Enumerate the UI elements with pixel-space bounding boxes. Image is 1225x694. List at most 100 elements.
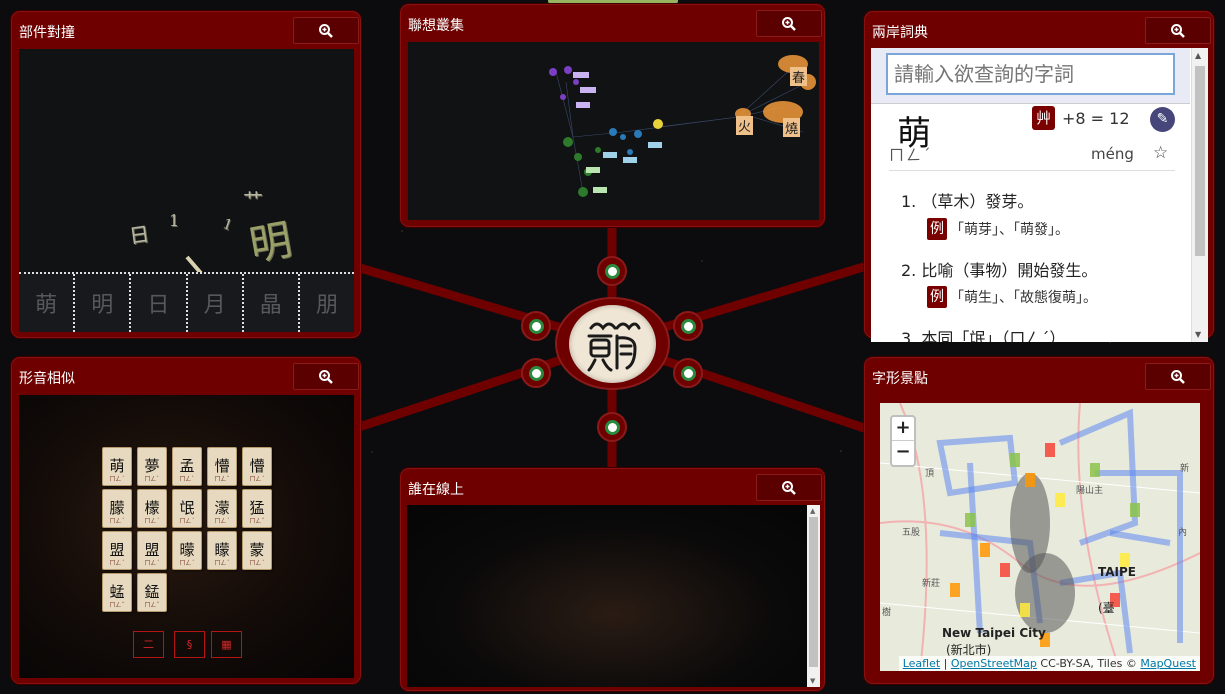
scrollbar[interactable]: ▲ ▼	[807, 505, 820, 687]
node-dot-icon	[680, 365, 696, 381]
cluster-network	[549, 55, 816, 197]
node-bottom[interactable]	[597, 412, 627, 442]
tile-bopomofo: ㄇㄥˇ	[144, 602, 160, 609]
tile-bopomofo: ㄇㄥˊ	[179, 518, 195, 525]
panel-parts: 部件對撞 日 1 1 艹 明 萌 明 日 月 晶 朋	[11, 11, 361, 338]
tile-char: 孟	[179, 457, 195, 475]
parts-cell[interactable]: 晶	[244, 274, 300, 332]
map-zoom-control: + −	[890, 415, 916, 467]
map-view[interactable]: TAIPE New Taipei City (新北市) (臺 頂 五股 新莊 新…	[880, 403, 1200, 671]
definition-number: 1.	[901, 192, 917, 211]
radical-badge[interactable]: 艸	[1032, 106, 1055, 130]
map-label: 內	[1178, 528, 1188, 538]
scroll-up-icon[interactable]: ▲	[810, 507, 815, 515]
search-bar	[871, 48, 1190, 104]
map-zoom-in-button[interactable]: +	[892, 417, 914, 441]
map-label: 新	[1180, 464, 1190, 474]
star-icon[interactable]: ☆	[1153, 143, 1168, 163]
example-text: 「萌芽」、「萌發」。	[950, 222, 1069, 238]
char-tile[interactable]: 夢ㄇㄥˋ	[137, 447, 167, 486]
floating-part: 1	[220, 215, 235, 235]
leaflet-link[interactable]: Leaflet	[903, 657, 940, 670]
cluster-label[interactable]: 燒	[783, 118, 801, 137]
map-label: 樹	[882, 608, 892, 618]
char-tile[interactable]: 懵ㄇㄥˇ	[207, 447, 237, 486]
char-tile[interactable]: 萌ㄇㄥˊ	[102, 447, 132, 486]
attribution-text: CC-BY-SA, Tiles ©	[1036, 657, 1141, 670]
char-tile[interactable]: 朦ㄇㄥˊ	[102, 489, 132, 528]
zoom-button[interactable]	[1145, 363, 1211, 390]
zoom-button[interactable]	[293, 363, 359, 390]
parts-cell[interactable]: 朋	[300, 274, 354, 332]
char-tile[interactable]: 檬ㄇㄥˊ	[137, 489, 167, 528]
char-tile[interactable]: 曚ㄇㄥˊ	[172, 531, 202, 570]
char-tile[interactable]: 盟ㄇㄥˊ	[102, 531, 132, 570]
grid-button[interactable]: ▦	[211, 631, 242, 658]
online-view: ▲ ▼	[407, 505, 820, 687]
char-tile[interactable]: 錳ㄇㄥˇ	[137, 573, 167, 612]
node-dot-icon	[528, 365, 544, 381]
osm-link[interactable]: OpenStreetMap	[951, 657, 1037, 670]
hub-character[interactable]	[569, 305, 656, 383]
tile-char: 曚	[179, 541, 195, 559]
parts-cell[interactable]: 萌	[19, 274, 76, 332]
map-zoom-out-button[interactable]: −	[892, 441, 914, 465]
tile-char: 猛	[249, 499, 265, 517]
tile-char: 懵	[214, 457, 230, 475]
example-text: 「萌生」、「故態復萌」。	[950, 290, 1097, 306]
scroll-up-icon[interactable]: ▲	[1195, 51, 1201, 60]
scroll-thumb[interactable]	[1195, 66, 1205, 256]
tile-bopomofo: ㄇㄥˊ	[249, 476, 265, 483]
tile-bopomofo: ㄇㄥˊ	[109, 476, 125, 483]
zoom-button[interactable]	[293, 17, 359, 44]
node-lower-left[interactable]	[521, 358, 551, 388]
definition-item: 2. 比喻（事物）開始發生。	[901, 257, 1097, 281]
char-tile[interactable]: 蜢ㄇㄥˇ	[102, 573, 132, 612]
layout-button[interactable]: 二	[133, 631, 164, 658]
char-tile[interactable]: 蒙ㄇㄥˊ	[242, 531, 272, 570]
definition-item: 1. （草木）發芽。	[901, 188, 1033, 212]
panel-online: 誰在線上 ▲ ▼	[400, 468, 825, 691]
zoom-button[interactable]	[756, 10, 822, 37]
zoom-button[interactable]	[1145, 17, 1211, 44]
cluster-graph[interactable]: 春 火 燒	[408, 42, 819, 220]
cluster-label[interactable]: 火	[736, 116, 754, 135]
mapquest-link[interactable]: MapQuest	[1140, 657, 1196, 670]
parts-cell[interactable]: 明	[75, 274, 132, 332]
tile-char: 盟	[144, 541, 160, 559]
search-input[interactable]	[886, 53, 1175, 95]
char-tile[interactable]: 氓ㄇㄥˊ	[172, 489, 202, 528]
char-tile[interactable]: 猛ㄇㄥˇ	[242, 489, 272, 528]
tile-bopomofo: ㄇㄥˊ	[109, 518, 125, 525]
scroll-thumb[interactable]	[809, 517, 818, 667]
tile-char: 濛	[214, 499, 230, 517]
floating-part: 日	[127, 221, 151, 249]
node-lower-right[interactable]	[673, 358, 703, 388]
scrollbar[interactable]: ▲ ▼	[1191, 48, 1208, 342]
node-dot-icon	[680, 318, 696, 334]
char-tile[interactable]: 盟ㄇㄥˊ	[137, 531, 167, 570]
section-button[interactable]: §	[174, 631, 205, 658]
char-tile[interactable]: 懵ㄇㄥˊ	[242, 447, 272, 486]
cluster-label[interactable]: 春	[790, 67, 808, 86]
panel-title: 誰在線上	[408, 482, 464, 498]
zoom-button[interactable]	[756, 474, 822, 501]
char-tile[interactable]: 矇ㄇㄥˊ	[207, 531, 237, 570]
pencil-icon[interactable]: ✎	[1150, 107, 1175, 132]
scroll-down-icon[interactable]: ▼	[1195, 330, 1201, 339]
char-tile[interactable]: 孟ㄇㄥˋ	[172, 447, 202, 486]
node-top[interactable]	[597, 256, 627, 286]
scroll-down-icon[interactable]: ▼	[810, 677, 815, 685]
char-tile[interactable]: 濛ㄇㄥˊ	[207, 489, 237, 528]
tile-bopomofo: ㄇㄥˇ	[249, 518, 265, 525]
example: 例「萌芽」、「萌發」。	[927, 218, 1069, 240]
panel-title: 形音相似	[19, 371, 75, 387]
node-upper-left[interactable]	[521, 311, 551, 341]
tile-bopomofo: ㄇㄥˊ	[214, 518, 230, 525]
parts-cell[interactable]: 月	[188, 274, 244, 332]
node-upper-right[interactable]	[673, 311, 703, 341]
tile-char: 盟	[109, 541, 125, 559]
parts-canvas[interactable]: 日 1 1 艹 明 萌 明 日 月 晶 朋	[19, 49, 354, 332]
parts-cell[interactable]: 日	[131, 274, 188, 332]
map-label: (臺	[1098, 601, 1115, 615]
